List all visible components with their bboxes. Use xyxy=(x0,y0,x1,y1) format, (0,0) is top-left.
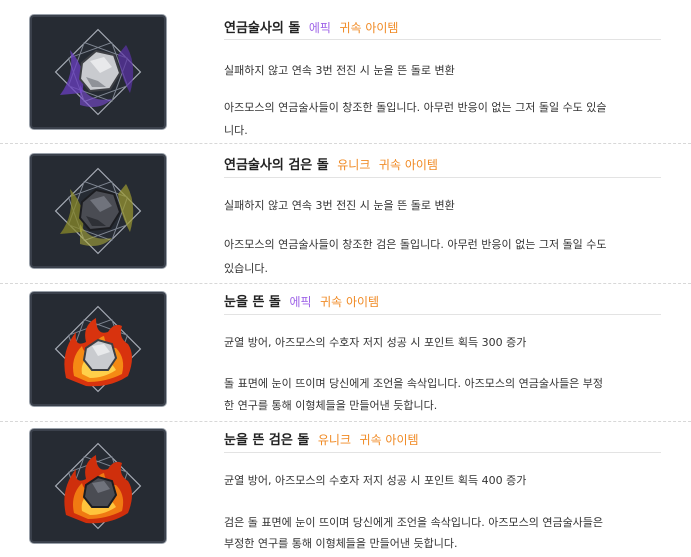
item-binding: 귀속 아이템 xyxy=(378,158,438,172)
item-grade: 유니크 xyxy=(317,433,351,447)
item-description-line: 검은 돌 표면에 눈이 뜨이며 당신에게 조언을 속삭입니다. 아즈모스의 연금… xyxy=(224,516,604,529)
item-thumbnail xyxy=(29,153,167,269)
black-alchemist-stone-icon xyxy=(54,167,142,255)
item-effect: 실패하지 않고 연속 3번 전진 시 눈을 뜬 돌로 변환 xyxy=(224,64,455,77)
item-row: 눈을 뜬 검은 돌 유니크 귀속 아이템 균열 방어, 아즈모스의 수호자 저지… xyxy=(0,421,691,557)
item-grade: 에픽 xyxy=(289,295,312,309)
item-name: 눈을 뜬 돌 xyxy=(224,295,281,310)
title-divider xyxy=(224,314,661,315)
item-title: 연금술사의 돌 에픽 귀속 아이템 xyxy=(224,17,398,36)
item-description-line: 한 연구를 통해 이형체들을 만들어낸 듯합니다. xyxy=(224,399,438,412)
item-thumbnail xyxy=(29,14,167,130)
item-row: 연금술사의 검은 돌 유니크 귀속 아이템 실패하지 않고 연속 3번 전진 시… xyxy=(0,143,691,284)
item-name: 연금술사의 돌 xyxy=(224,21,301,36)
awakened-black-stone-icon xyxy=(54,442,142,530)
title-divider xyxy=(224,177,661,178)
title-divider xyxy=(224,39,661,40)
item-grade: 유니크 xyxy=(337,158,371,172)
item-description-line: 있습니다. xyxy=(224,262,268,275)
item-effect: 균열 방어, 아즈모스의 수호자 저지 성공 시 포인트 획득 300 증가 xyxy=(224,336,527,349)
item-description-line: 아즈모스의 연금술사들이 창조한 돌입니다. 아무런 반응이 없는 그저 돌일 … xyxy=(224,101,607,114)
item-binding: 귀속 아이템 xyxy=(359,433,419,447)
item-description-line: 돌 표면에 눈이 뜨이며 당신에게 조언을 속삭입니다. 아즈모스의 연금술사들… xyxy=(224,377,604,390)
item-grade: 에픽 xyxy=(308,21,331,35)
item-binding: 귀속 아이템 xyxy=(320,295,380,309)
item-description-line: 아즈모스의 연금술사들이 창조한 검은 돌입니다. 아무런 반응이 없는 그저 … xyxy=(224,238,607,251)
item-effect: 균열 방어, 아즈모스의 수호자 저지 성공 시 포인트 획득 400 증가 xyxy=(224,474,527,487)
item-row: 연금술사의 돌 에픽 귀속 아이템 실패하지 않고 연속 3번 전진 시 눈을 … xyxy=(0,0,691,144)
item-description-line: 부정한 연구를 통해 이형체들을 만들어낸 듯합니다. xyxy=(224,537,458,550)
grey-alchemist-stone-icon xyxy=(54,28,142,116)
item-title: 연금술사의 검은 돌 유니크 귀속 아이템 xyxy=(224,154,438,173)
item-title: 눈을 뜬 검은 돌 유니크 귀속 아이템 xyxy=(224,429,419,448)
item-effect: 실패하지 않고 연속 3번 전진 시 눈을 뜬 돌로 변환 xyxy=(224,199,455,212)
item-binding: 귀속 아이템 xyxy=(339,21,399,35)
item-thumbnail xyxy=(29,291,167,407)
item-name: 눈을 뜬 검은 돌 xyxy=(224,433,310,448)
item-title: 눈을 뜬 돌 에픽 귀속 아이템 xyxy=(224,291,379,310)
item-name: 연금술사의 검은 돌 xyxy=(224,158,329,173)
item-description-line: 니다. xyxy=(224,124,248,137)
awakened-grey-stone-icon xyxy=(54,305,142,393)
title-divider xyxy=(224,452,661,453)
item-row: 눈을 뜬 돌 에픽 귀속 아이템 균열 방어, 아즈모스의 수호자 저지 성공 … xyxy=(0,283,691,422)
item-thumbnail xyxy=(29,428,167,544)
